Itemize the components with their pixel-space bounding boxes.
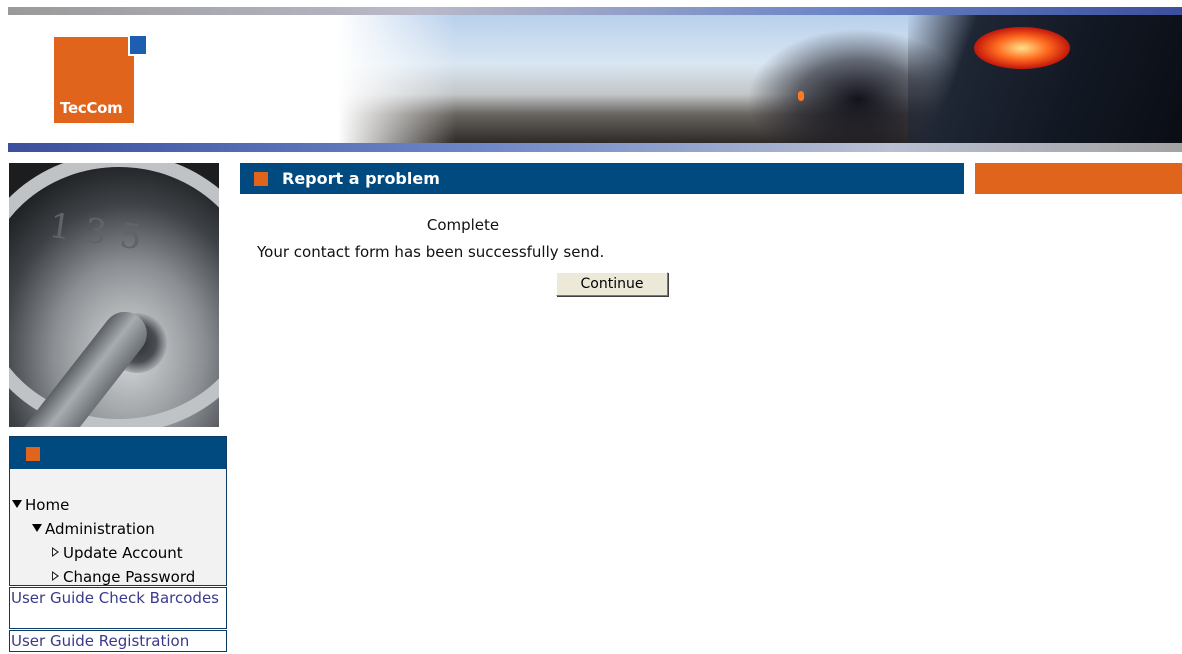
expanded-triangle-icon <box>32 524 42 532</box>
nav-item-label: Administration <box>45 520 155 538</box>
teccom-logo: TecCom <box>54 37 134 123</box>
header-banner: TecCom <box>8 15 1182 143</box>
nav-item-label: Update Account <box>63 544 183 562</box>
navigation-header <box>10 437 226 469</box>
collapsed-triangle-icon <box>52 547 59 557</box>
success-message: Your contact form has been successfully … <box>257 243 605 261</box>
gear-shift-photo: 135 <box>9 163 219 427</box>
orange-accent-bar <box>975 163 1182 194</box>
tail-light-image <box>974 27 1070 69</box>
nav-item-change-password[interactable]: Change Password <box>10 565 195 589</box>
navigation-panel: Home Administration Update Account Chang… <box>9 436 227 586</box>
orange-square-icon <box>254 172 268 186</box>
nav-item-update-account[interactable]: Update Account <box>10 541 195 565</box>
user-guide-registration-link[interactable]: User Guide Registration <box>9 630 227 652</box>
nav-item-home[interactable]: Home <box>10 493 195 517</box>
nav-item-label: Home <box>25 496 70 514</box>
status-text: Complete <box>426 216 500 234</box>
page-title-bar: Report a problem <box>240 163 964 194</box>
user-guide-check-barcodes-link[interactable]: User Guide Check Barcodes <box>9 587 227 629</box>
header-bottom-stripe <box>8 143 1182 152</box>
header-light-dot <box>798 91 804 101</box>
logo-text: TecCom <box>60 99 123 117</box>
nav-item-administration[interactable]: Administration <box>10 517 195 541</box>
collapsed-triangle-icon <box>52 571 59 581</box>
header-top-stripe <box>8 7 1182 15</box>
orange-square-icon <box>26 447 40 461</box>
navigation-tree: Home Administration Update Account Chang… <box>10 493 195 589</box>
expanded-triangle-icon <box>12 500 22 508</box>
page-title: Report a problem <box>282 169 440 188</box>
nav-item-label: Change Password <box>63 568 196 586</box>
logo-blue-square <box>128 34 148 56</box>
continue-button[interactable]: Continue <box>556 272 668 296</box>
